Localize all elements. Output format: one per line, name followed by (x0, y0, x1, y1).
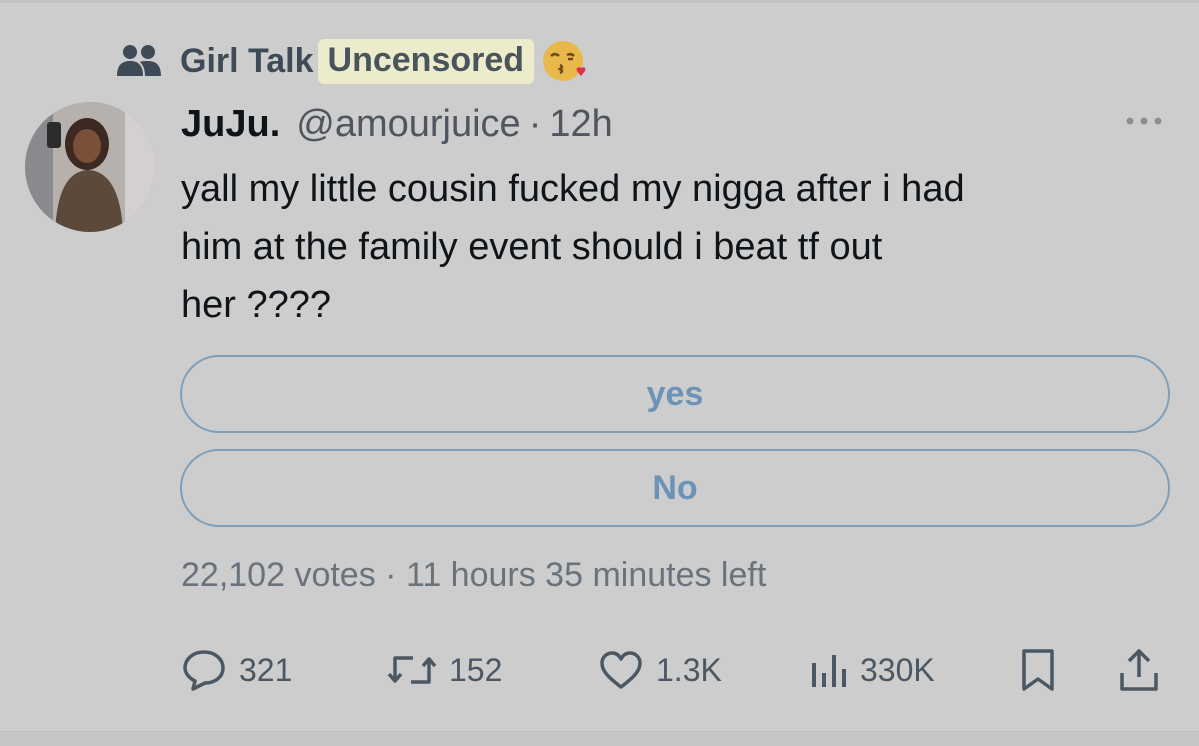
tweet-text: yall my little cousin fucked my nigga af… (181, 160, 1171, 334)
bookmark-icon (1018, 647, 1058, 693)
reply-count: 321 (239, 651, 293, 688)
community-name-highlight: Uncensored (317, 38, 535, 84)
repost-count: 152 (449, 651, 503, 688)
community-label[interactable]: Girl Talk Uncensored (116, 36, 588, 86)
repost-icon (387, 650, 437, 690)
repost-button[interactable]: 152 (387, 640, 502, 700)
face-blowing-kiss-emoji-icon (540, 37, 588, 85)
tweet-header: JuJu. @amourjuice · 12h (181, 96, 613, 152)
tweet-line: her ???? (181, 284, 332, 326)
poll-votes: 22,102 votes (181, 556, 376, 594)
avatar[interactable] (25, 102, 155, 232)
tweet-line: yall my little cousin fucked my nigga af… (181, 168, 965, 210)
share-button[interactable] (1117, 640, 1161, 700)
reply-icon (181, 648, 227, 692)
poll-option-yes[interactable]: yes (180, 355, 1170, 433)
like-count: 1.3K (656, 651, 722, 688)
community-name: Girl Talk (180, 41, 314, 80)
poll-meta: 22,102 votes · 11 hours 35 minutes left (181, 556, 766, 595)
view-count: 330K (860, 651, 935, 688)
views-button[interactable]: 330K (808, 640, 935, 700)
like-button[interactable]: 1.3K (598, 640, 722, 700)
heart-icon (598, 649, 644, 691)
community-people-icon (116, 41, 164, 81)
bottom-divider (0, 731, 1199, 746)
timestamp[interactable]: 12h (549, 103, 612, 146)
poll-time-left: 11 hours 35 minutes left (405, 556, 767, 594)
author-name[interactable]: JuJu. (181, 103, 280, 146)
author-handle[interactable]: @amourjuice (296, 103, 520, 146)
share-icon (1117, 647, 1161, 693)
bookmark-button[interactable] (1018, 640, 1058, 700)
analytics-icon (808, 649, 848, 691)
separator: · (385, 556, 397, 594)
tweet-line: him at the family event should i beat tf… (181, 226, 883, 268)
action-bar: 321 152 1.3K 330K (0, 640, 1199, 700)
reply-button[interactable]: 321 (181, 640, 292, 700)
separator: · (528, 102, 542, 145)
top-divider (0, 0, 1199, 3)
poll-option-no[interactable]: No (180, 449, 1170, 527)
more-options-icon[interactable] (1116, 106, 1172, 136)
